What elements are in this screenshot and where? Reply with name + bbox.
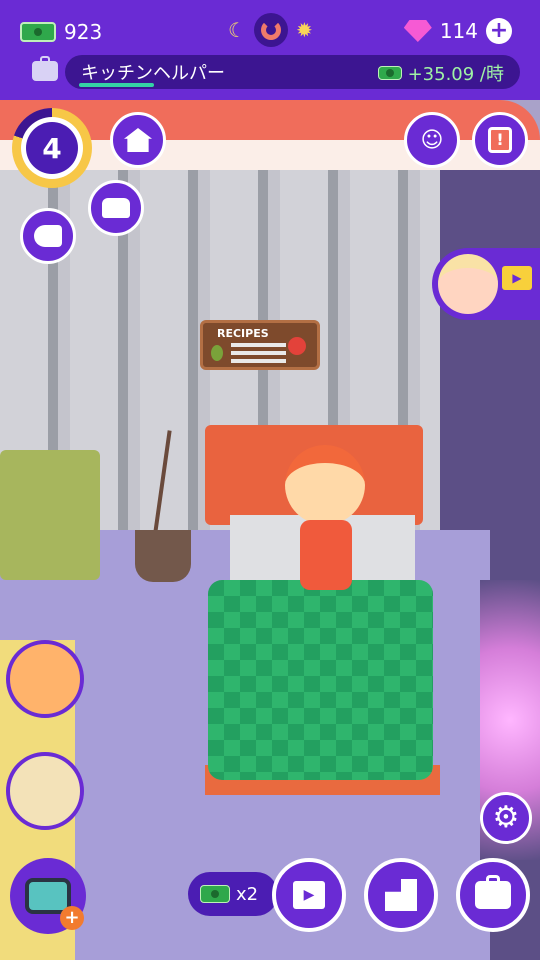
level-badge[interactable]: 4 xyxy=(12,108,92,188)
boost-multiplier: x2 xyxy=(236,883,259,905)
moon-icon: ☾ xyxy=(228,18,246,42)
day-cycle-dial xyxy=(253,13,288,47)
gem-amount: 114 xyxy=(439,19,478,43)
jobs-button[interactable] xyxy=(456,858,530,932)
cash-icon xyxy=(200,885,230,903)
gear-icon: ⚙ xyxy=(492,800,520,835)
hair-dryer-icon xyxy=(34,225,62,247)
add-robot-button[interactable]: + xyxy=(60,906,84,930)
home-button[interactable] xyxy=(110,112,166,168)
day-night-indicator: ☾ ✹ xyxy=(228,12,328,48)
level-number: 4 xyxy=(26,122,78,174)
gem-icon xyxy=(403,20,432,42)
buy-gems-button[interactable]: + xyxy=(486,18,512,44)
gem-counter: 114 + xyxy=(403,18,512,44)
sign-lines xyxy=(231,343,286,347)
alert-button[interactable]: ! xyxy=(472,112,528,168)
delivery-button[interactable] xyxy=(364,858,438,932)
character-head xyxy=(285,445,365,525)
job-progress-bar xyxy=(79,83,154,87)
corgi-customer-avatar[interactable] xyxy=(6,640,84,718)
video-icon: ▶ xyxy=(502,266,532,290)
job-panel[interactable]: キッチンヘルパー +35.09 /時 xyxy=(65,55,520,89)
potted-plant[interactable] xyxy=(135,530,191,582)
chef-customer-avatar[interactable] xyxy=(6,752,84,830)
income-rate-text: +35.09 /時 xyxy=(407,64,504,85)
player-character[interactable] xyxy=(280,440,370,590)
job-title: キッチンヘルパー xyxy=(81,63,225,84)
grandma-avatar xyxy=(438,254,498,314)
income-rate: +35.09 /時 xyxy=(377,60,504,86)
armchair-icon xyxy=(102,198,130,218)
home-icon xyxy=(124,128,152,152)
recipes-sign[interactable]: RECIPES xyxy=(200,320,320,370)
job-bar[interactable]: キッチンヘルパー +35.09 /時 xyxy=(20,55,520,91)
tomato-icon xyxy=(288,337,306,355)
cash-icon xyxy=(377,66,402,80)
cash-icon xyxy=(20,22,56,42)
people-icon: ☺ xyxy=(420,127,444,153)
watch-video-button[interactable]: ▶ xyxy=(272,858,346,932)
alert-icon: ! xyxy=(488,127,512,153)
cash-boost-pill[interactable]: x2 xyxy=(188,872,278,916)
briefcase-icon xyxy=(475,875,511,909)
armchair[interactable] xyxy=(0,450,100,580)
video-icon: ▶ xyxy=(293,881,325,909)
furniture-button[interactable] xyxy=(88,180,144,236)
dryer-button[interactable] xyxy=(20,208,76,264)
cash-amount: 923 xyxy=(64,20,103,44)
briefcase-icon xyxy=(32,56,58,81)
cash-counter: 923 xyxy=(20,18,102,46)
sun-icon: ✹ xyxy=(295,18,313,42)
bed-blanket[interactable] xyxy=(208,580,433,780)
avocado-icon xyxy=(211,345,223,361)
settings-button[interactable]: ⚙ xyxy=(480,792,532,844)
boxes-icon xyxy=(385,879,417,911)
social-button[interactable]: ☺ xyxy=(404,112,460,168)
sign-title: RECIPES xyxy=(217,327,269,340)
character-body xyxy=(300,520,352,590)
visitor-video-offer[interactable]: ▶ xyxy=(432,248,540,320)
